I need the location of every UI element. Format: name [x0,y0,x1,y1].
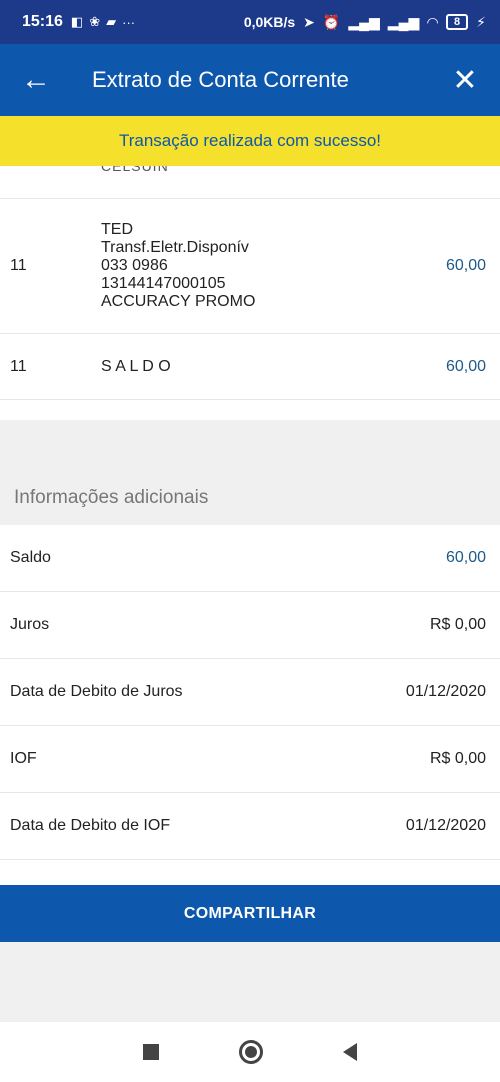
row-day: 11 [10,257,27,274]
android-nav-bar [0,1022,500,1082]
info-label: Data de Debito de Juros [10,683,183,700]
back-arrow-icon[interactable]: ← [0,44,72,116]
row-amount: 60,00 [445,357,486,375]
info-list: Saldo 60,00 Juros R$ 0,00 Data de Debito… [0,525,500,860]
info-row-iof: IOF R$ 0,00 [0,726,500,793]
section-gap [0,420,500,470]
home-icon[interactable] [239,1040,263,1064]
info-row-data-juros: Data de Debito de Juros 01/12/2020 [0,659,500,726]
info-row-juros: Juros R$ 0,00 [0,592,500,659]
back-icon[interactable] [343,1043,357,1061]
alarm-icon: ⏰ [322,13,341,30]
desc-line: 13144147000105 [101,275,226,292]
status-time: 15:16 [22,13,63,30]
statement-list: CELSUIN 11 TED Transf.Eletr.Disponív 033… [0,166,500,420]
signal-icon-2: ▂▄▆ [387,13,420,30]
statement-row-saldo: 11 S A L D O 60,00 [0,334,500,400]
recents-icon[interactable] [143,1044,159,1060]
close-icon[interactable]: ✕ [430,63,500,98]
info-value: 01/12/2020 [405,817,486,834]
desc-line: 033 0986 [101,257,168,274]
sync-icon: ❀ [89,14,101,29]
more-icon: ··· [122,14,136,30]
page-title: Extrato de Conta Corrente [92,67,349,92]
statement-row: 11 TED Transf.Eletr.Disponív 033 0986 13… [0,199,500,334]
info-label: Data de Debito de IOF [10,817,171,834]
share-button[interactable]: COMPARTILHAR [0,885,500,942]
signal-icon: ▂▄▆ [348,13,380,30]
content-scroll[interactable]: CELSUIN 11 TED Transf.Eletr.Disponív 033… [0,166,500,1022]
info-label: IOF [10,750,37,767]
info-label: Saldo [10,549,51,566]
success-message: Transação realizada com sucesso! [118,131,382,150]
info-value: 60,00 [445,549,486,566]
row-day: 11 [10,357,27,375]
battery-icon: 8 [446,14,469,30]
row-label: S A L D O [101,357,171,375]
desc-line: TED [101,221,133,238]
info-value: 01/12/2020 [405,683,486,700]
location-icon: ➤ [303,13,315,30]
info-label: Juros [10,616,50,633]
info-value: R$ 0,00 [429,616,486,633]
row-amount: 60,00 [445,257,486,274]
success-banner: Transação realizada com sucesso! [0,116,500,166]
app-bar: ← Extrato de Conta Corrente ✕ [0,44,500,116]
info-row-data-iof: Data de Debito de IOF 01/12/2020 [0,793,500,860]
info-value: R$ 0,00 [429,750,486,767]
desc-line: Transf.Eletr.Disponív [101,239,249,256]
app-notification-icon: ◧ [70,14,84,29]
section-title: Informações adicionais [0,470,500,525]
notification-icons: ◧ ❀ ▰ ··· [71,14,135,30]
net-speed: 0,0KB/s [243,14,296,30]
partial-row-text: CELSUIN [101,166,169,174]
status-right: 0,0KB/s ➤ ⏰ ▂▄▆ ▂▄▆ ◠ 8 ⚡ [244,14,486,31]
partial-row: CELSUIN [0,166,500,199]
info-row-saldo: Saldo 60,00 [0,525,500,592]
charging-icon: ⚡ [476,13,486,30]
share-spacer [0,860,500,885]
message-icon: ▰ [106,14,117,29]
row-description: TED Transf.Eletr.Disponív 033 0986 13144… [101,221,416,311]
status-bar: 15:16 ◧ ❀ ▰ ··· 0,0KB/s ➤ ⏰ ▂▄▆ ▂▄▆ ◠ 8 … [0,0,500,44]
wifi-icon: ◠ [427,13,439,30]
desc-line: ACCURACY PROMO [101,293,256,310]
